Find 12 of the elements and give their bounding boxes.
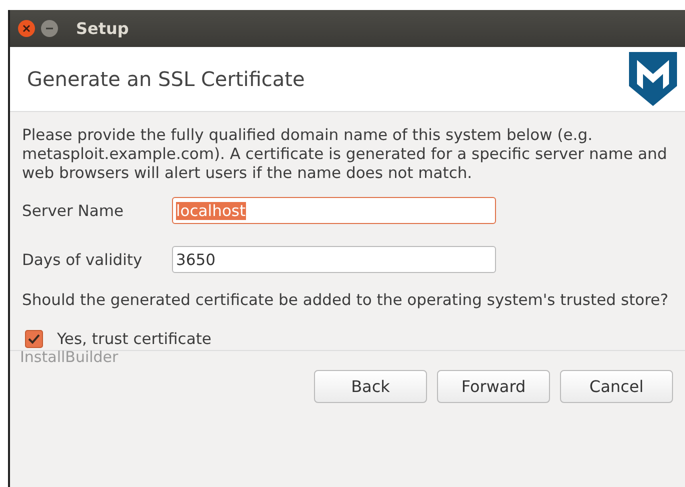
nav-button[interactable]: Cancel bbox=[560, 370, 673, 403]
field-label: Server Name bbox=[22, 202, 124, 220]
question-text: Should the generated certificate be added to the operating system's trusted store? bbox=[22, 291, 670, 310]
checkbox-label: Yes, trust certificate bbox=[57, 330, 212, 348]
brand-label: InstallBuilder bbox=[20, 348, 120, 366]
page-title: Generate an SSL Certificate bbox=[27, 67, 305, 91]
nav-button[interactable]: Forward bbox=[437, 370, 550, 403]
window-title: Setup bbox=[76, 19, 129, 38]
nav-button[interactable]: Back bbox=[314, 370, 427, 403]
instructions-text: Please provide the fully qualified domain name of this system below (e.g. metasploit.example.com). A certificate is generated for a specific server name and web browsers will alert users if the name does not match. bbox=[22, 126, 668, 183]
field-label: Days of validity bbox=[22, 250, 144, 268]
text-field[interactable]: 3650 bbox=[172, 246, 496, 273]
